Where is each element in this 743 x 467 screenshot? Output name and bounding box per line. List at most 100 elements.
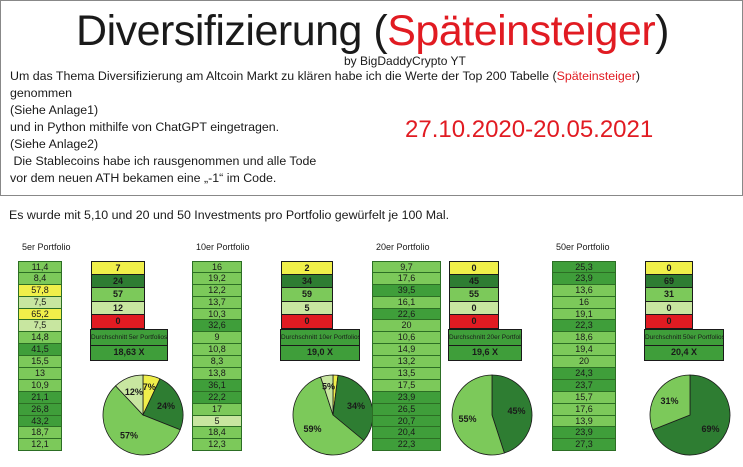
portfolio-title: 10er Portfolio — [196, 242, 250, 252]
pie-label: 34% — [347, 401, 365, 411]
average-value: 18,63 X — [90, 346, 168, 361]
pie-label: 31% — [660, 396, 678, 406]
multiplier-cell: 16,1 — [372, 296, 441, 309]
intro-line: vor dem neuen ATH bekamen eine „-1“ im C… — [10, 171, 277, 185]
multiplier-cell: 13,8 — [192, 368, 242, 380]
portfolio-section: 5er Portfolio 11,4 8,4 57,8 7,5 65,2 7,5 14,8 41… — [18, 240, 198, 467]
multiplier-cell: 15,5 — [18, 356, 62, 369]
multiplier-column: 11,4 8,4 57,8 7,5 65,2 7,5 14,8 41,5 15,5 13 10,9 2… — [18, 261, 62, 452]
multiplier-cell: 17,6 — [372, 272, 441, 285]
portfolio-section: 20er Portfolio 9,7 17,6 39,5 16,1 22,6 20 10,6 1… — [372, 240, 552, 467]
multiplier-cell: 25,3 — [552, 261, 616, 273]
multiplier-cell: 16 — [192, 261, 242, 273]
multiplier-cell: 17 — [192, 403, 242, 416]
multiplier-cell: 26,8 — [18, 403, 62, 416]
page-title: Diversifizierung (Späteinsteiger) — [1, 7, 743, 56]
multiplier-cell: 14,9 — [372, 344, 441, 357]
multiplier-cell: 27,3 — [552, 439, 616, 452]
multiplier-cell: 20,7 — [372, 415, 441, 428]
title-paren-open: ( — [373, 7, 388, 55]
count-cell: 12 — [91, 301, 145, 316]
title-paren-close: ) — [655, 7, 669, 55]
title-main: Diversifizierung — [76, 7, 362, 55]
multiplier-cell: 5 — [192, 415, 242, 428]
header-box: Diversifizierung (Späteinsteiger) by Big… — [0, 0, 743, 196]
count-cell: 0 — [645, 301, 693, 316]
portfolio-section: 10er Portfolio 16 19,2 12,2 13,7 10,3 32,6 9 10,… — [192, 240, 374, 467]
pie-label: 69% — [702, 424, 720, 434]
multiplier-cell: 12,1 — [18, 439, 62, 452]
count-cell: 0 — [281, 315, 333, 329]
pie-label: 5% — [322, 382, 335, 392]
multiplier-cell: 13 — [18, 368, 62, 380]
average-label: Durchschnitt 10er Portfolios — [280, 329, 360, 346]
multiplier-cell: 7,5 — [18, 320, 62, 333]
multiplier-cell: 19,1 — [552, 308, 616, 321]
average-value: 19,0 X — [280, 346, 360, 361]
multiplier-cell: 9 — [192, 332, 242, 345]
multiplier-cell: 23,9 — [552, 272, 616, 285]
portfolio-section: 50er Portfolio 25,3 23,9 13,6 16 19,1 22,3 18,6… — [552, 240, 732, 467]
count-cell: 31 — [645, 288, 693, 302]
portfolio-pie-chart: 69% 31% — [649, 374, 731, 456]
count-cell: 0 — [91, 315, 145, 329]
pie-label: 55% — [458, 414, 476, 424]
pie-label: 7% — [143, 382, 156, 392]
multiplier-cell: 19,2 — [192, 272, 242, 285]
multiplier-cell: 19,4 — [552, 344, 616, 357]
count-cell: 0 — [449, 261, 499, 275]
multiplier-cell: 13,2 — [372, 356, 441, 369]
multiplier-cell: 13,9 — [552, 415, 616, 428]
multiplier-column: 9,7 17,6 39,5 16,1 22,6 20 10,6 14,9 13,2 13,5 17,… — [372, 261, 441, 452]
multiplier-cell: 10,9 — [18, 379, 62, 392]
multiplier-cell: 23,9 — [552, 427, 616, 440]
category-counts: 7 24 57 12 0 — [91, 261, 145, 329]
count-cell: 2 — [281, 261, 333, 275]
multiplier-cell: 10,8 — [192, 344, 242, 357]
multiplier-cell: 13,6 — [552, 284, 616, 297]
multiplier-cell: 18,4 — [192, 427, 242, 440]
byline: by BigDaddyCrypto YT — [344, 54, 466, 68]
intro-line: genommen — [10, 86, 72, 100]
multiplier-cell: 22,6 — [372, 308, 441, 321]
count-cell: 7 — [91, 261, 145, 275]
portfolio-pie-chart: 34% 59% 5% — [292, 374, 374, 456]
portfolio-title: 50er Portfolio — [556, 242, 610, 252]
portfolio-title: 20er Portfolio — [376, 242, 430, 252]
date-range: 27.10.2020-20.05.2021 — [405, 116, 654, 143]
average-label: Durchschnitt 50er Portfolios — [644, 329, 724, 346]
multiplier-cell: 12,2 — [192, 284, 242, 297]
multiplier-cell: 20 — [372, 320, 441, 333]
multiplier-cell: 36,1 — [192, 379, 242, 392]
multiplier-cell: 13,7 — [192, 296, 242, 309]
multiplier-cell: 17,5 — [372, 379, 441, 392]
intro-line: Um das Thema Diversifizierung am Altcoin… — [10, 68, 730, 85]
count-cell: 0 — [449, 315, 499, 329]
multiplier-cell: 24,3 — [552, 368, 616, 380]
multiplier-cell: 20,4 — [372, 427, 441, 440]
count-cell: 0 — [645, 261, 693, 275]
multiplier-cell: 18,6 — [552, 332, 616, 345]
title-highlight: Späteinsteiger — [387, 7, 656, 55]
multiplier-cell: 8,3 — [192, 356, 242, 369]
multiplier-cell: 17,6 — [552, 403, 616, 416]
average-value: 19,6 X — [448, 346, 522, 361]
multiplier-cell: 7,5 — [18, 296, 62, 309]
pie-label: 57% — [120, 431, 138, 441]
multiplier-cell: 20 — [552, 356, 616, 369]
average-label: Durchschnitt 5er Portfolios — [90, 329, 168, 346]
average-label: Durchschnitt 20er Portfolios — [448, 329, 522, 346]
multiplier-cell: 22,3 — [552, 320, 616, 333]
multiplier-cell: 12,3 — [192, 439, 242, 452]
count-cell: 55 — [449, 288, 499, 302]
intro-text-part: ) — [635, 69, 640, 83]
multiplier-column: 16 19,2 12,2 13,7 10,3 32,6 9 10,8 8,3 13,8 36,1 22… — [192, 261, 242, 452]
multiplier-cell: 11,4 — [18, 261, 62, 273]
multiplier-cell: 8,4 — [18, 272, 62, 285]
multiplier-cell: 23,7 — [552, 379, 616, 392]
pie-label: 24% — [157, 401, 175, 411]
multiplier-cell: 22,2 — [192, 391, 242, 404]
multiplier-cell: 10,6 — [372, 332, 441, 345]
multiplier-cell: 21,1 — [18, 391, 62, 404]
pie-label: 45% — [507, 406, 525, 416]
